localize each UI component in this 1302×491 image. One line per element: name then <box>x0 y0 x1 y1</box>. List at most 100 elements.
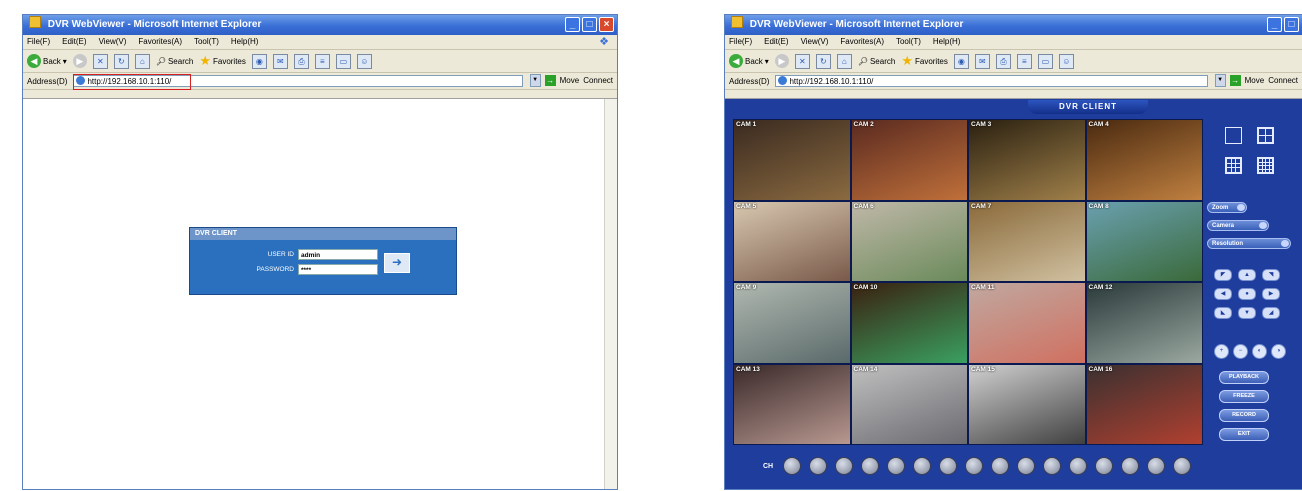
home-icon[interactable]: ⌂ <box>134 53 150 69</box>
ptz-right-button[interactable]: ▶ <box>1262 288 1280 300</box>
forward-button[interactable]: ▶ <box>774 54 789 68</box>
refresh-icon[interactable]: ↻ <box>113 53 129 69</box>
camera-tile[interactable]: CAM 16 <box>1086 364 1202 444</box>
camera-tile[interactable]: CAM 15 <box>969 364 1085 444</box>
vertical-scrollbar[interactable] <box>604 99 617 489</box>
menu-view[interactable]: View(V) <box>801 35 829 49</box>
go-arrow-icon[interactable]: → <box>1229 75 1241 86</box>
resolution-select[interactable]: Resolution <box>1207 238 1291 249</box>
menu-help[interactable]: Help(H) <box>933 35 961 49</box>
search-button[interactable]: 🔎︎ Search <box>858 57 896 66</box>
print-icon[interactable]: ⎙ <box>995 53 1011 69</box>
ptz-up-left-button[interactable]: ◤ <box>1214 269 1232 281</box>
folder-icon[interactable]: ▭ <box>335 53 351 69</box>
camera-tile[interactable]: CAM 13 <box>734 364 850 444</box>
refresh-icon[interactable]: ↻ <box>815 53 831 69</box>
user-id-input[interactable]: admin <box>298 249 378 260</box>
stop-icon[interactable]: ✕ <box>794 53 810 69</box>
channel-button[interactable] <box>887 457 906 475</box>
channel-button[interactable] <box>1017 457 1036 475</box>
menu-tool[interactable]: Tool(T) <box>194 35 219 49</box>
favorites-button[interactable]: ★ Favorites <box>901 53 948 69</box>
minimize-button[interactable]: _ <box>1267 17 1282 32</box>
link-move[interactable]: Move <box>560 76 580 85</box>
menu-view[interactable]: View(V) <box>99 35 127 49</box>
channel-button[interactable] <box>913 457 932 475</box>
login-submit-button[interactable]: ➜ <box>384 253 410 273</box>
title-bar[interactable]: DVR WebViewer - Microsoft Internet Explo… <box>725 15 1302 35</box>
ptz-up-right-button[interactable]: ◥ <box>1262 269 1280 281</box>
messenger-icon[interactable]: ☺ <box>1058 53 1074 69</box>
link-move[interactable]: Move <box>1245 76 1265 85</box>
forward-button[interactable]: ▶ <box>72 54 87 68</box>
camera-tile[interactable]: CAM 12 <box>1086 283 1202 363</box>
menu-favorites[interactable]: Favorites(A) <box>138 35 182 49</box>
camera-tile[interactable]: CAM 14 <box>851 364 967 444</box>
menu-file[interactable]: File(F) <box>27 35 50 49</box>
channel-button[interactable] <box>1095 457 1114 475</box>
menu-file[interactable]: File(F) <box>729 35 752 49</box>
split-9-button[interactable] <box>1225 157 1242 174</box>
media-icon[interactable]: ◉ <box>953 53 969 69</box>
camera-tile[interactable]: CAM 1 <box>734 120 850 200</box>
go-arrow-icon[interactable]: → <box>544 75 556 86</box>
camera-tile[interactable]: CAM 7 <box>969 201 1085 281</box>
address-dropdown-icon[interactable]: ▼ <box>1214 74 1226 87</box>
minimize-button[interactable]: _ <box>565 17 580 32</box>
split-4-button[interactable] <box>1257 127 1274 144</box>
menu-favorites[interactable]: Favorites(A) <box>840 35 884 49</box>
ptz-down-left-button[interactable]: ◣ <box>1214 307 1232 319</box>
favorites-button[interactable]: ★ Favorites <box>199 53 246 69</box>
title-bar[interactable]: DVR WebViewer - Microsoft Internet Explo… <box>23 15 617 35</box>
edit-icon[interactable]: ≡ <box>1016 53 1032 69</box>
channel-button[interactable] <box>835 457 854 475</box>
channel-button[interactable] <box>939 457 958 475</box>
menu-edit[interactable]: Edit(E) <box>764 35 788 49</box>
zoom-out-button[interactable]: − <box>1233 344 1248 359</box>
channel-button[interactable] <box>991 457 1010 475</box>
print-icon[interactable]: ⎙ <box>293 53 309 69</box>
split-1-button[interactable] <box>1225 127 1242 144</box>
address-input[interactable]: http://192.168.10.1:110/ <box>73 74 524 90</box>
camera-tile[interactable]: CAM 8 <box>1086 201 1202 281</box>
ptz-down-right-button[interactable]: ◢ <box>1262 307 1280 319</box>
address-input[interactable]: http://192.168.10.1:110/ <box>775 75 1209 87</box>
channel-button[interactable] <box>1173 457 1192 475</box>
address-dropdown-icon[interactable]: ▼ <box>529 74 541 87</box>
camera-tile[interactable]: CAM 5 <box>734 201 850 281</box>
camera-tile[interactable]: CAM 2 <box>851 120 967 200</box>
mail-icon[interactable]: ✉ <box>974 53 990 69</box>
maximize-button[interactable]: □ <box>1284 17 1299 32</box>
zoom-select[interactable]: Zoom <box>1207 202 1247 213</box>
messenger-icon[interactable]: ☺ <box>356 53 372 69</box>
focus-near-button[interactable]: ◐ <box>1252 344 1267 359</box>
home-icon[interactable]: ⌂ <box>836 53 852 69</box>
camera-select[interactable]: Camera <box>1207 220 1269 231</box>
link-connect[interactable]: Connect <box>1268 76 1298 85</box>
camera-tile[interactable]: CAM 3 <box>969 120 1085 200</box>
menu-tool[interactable]: Tool(T) <box>896 35 921 49</box>
exit-button[interactable]: EXIT <box>1219 428 1269 441</box>
folder-icon[interactable]: ▭ <box>1037 53 1053 69</box>
camera-tile[interactable]: CAM 11 <box>969 283 1085 363</box>
close-button[interactable]: × <box>599 17 614 32</box>
maximize-button[interactable]: □ <box>582 17 597 32</box>
channel-button[interactable] <box>809 457 828 475</box>
menu-help[interactable]: Help(H) <box>231 35 259 49</box>
menu-edit[interactable]: Edit(E) <box>62 35 86 49</box>
playback-button[interactable]: PLAYBACK <box>1219 371 1269 384</box>
camera-tile[interactable]: CAM 6 <box>851 201 967 281</box>
back-button[interactable]: ◀ Back ▾ <box>27 54 67 68</box>
ptz-center-button[interactable]: ● <box>1238 288 1256 300</box>
channel-button[interactable] <box>1069 457 1088 475</box>
ptz-down-button[interactable]: ▼ <box>1238 307 1256 319</box>
mail-icon[interactable]: ✉ <box>272 53 288 69</box>
channel-button[interactable] <box>965 457 984 475</box>
channel-button[interactable] <box>861 457 880 475</box>
focus-far-button[interactable]: ◑ <box>1271 344 1286 359</box>
zoom-in-button[interactable]: + <box>1214 344 1229 359</box>
back-button[interactable]: ◀ Back ▾ <box>729 54 769 68</box>
stop-icon[interactable]: ✕ <box>92 53 108 69</box>
record-button[interactable]: RECORD <box>1219 409 1269 422</box>
ptz-up-button[interactable]: ▲ <box>1238 269 1256 281</box>
